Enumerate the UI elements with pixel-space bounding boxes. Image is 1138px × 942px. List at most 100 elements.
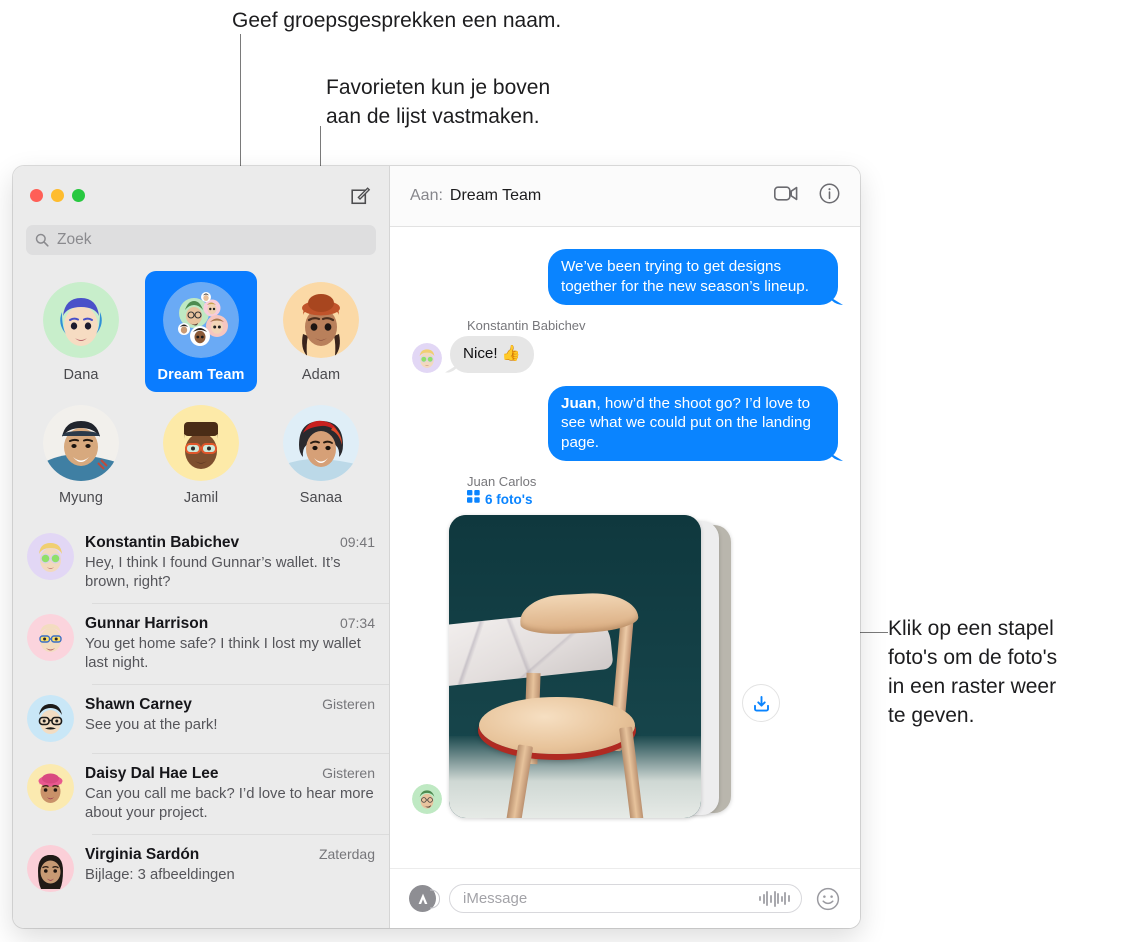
photo-sender-name: Juan Carlos	[467, 474, 537, 489]
conversation-name: Daisy Dal Hae Lee	[85, 765, 219, 782]
conversation-pane: Aan: Dream Team We’ve been trying to get…	[390, 166, 860, 928]
pinned-item-adam[interactable]: Adam	[265, 271, 377, 392]
sidebar: Zoek Dana Dream Team Adam Myung Jamil Sa…	[13, 166, 390, 928]
conversation-row-shawn[interactable]: Shawn Carney Gisteren See you at the par…	[13, 684, 389, 753]
message-row-outgoing-2: Juan, how’d the shoot go? I’d love to se…	[412, 385, 838, 461]
conversation-body: Daisy Dal Hae Lee Gisteren Can you call …	[85, 764, 375, 823]
message-bubble[interactable]: Nice! 👍	[450, 336, 534, 373]
message-row-incoming-1: Nice! 👍	[412, 336, 838, 373]
photo-sanaa-avatar	[283, 405, 359, 481]
info-circle-icon[interactable]	[819, 183, 840, 209]
memoji-virginia-avatar	[27, 845, 74, 892]
conversation-header: Virginia Sardón Zaterdag	[85, 846, 375, 864]
pinned-label-sanaa: Sanaa	[299, 490, 343, 506]
message-sender-name: Konstantin Babichev	[467, 318, 586, 333]
conversation-time: 07:34	[339, 615, 375, 631]
message-bubble[interactable]: Juan, how’d the shoot go? I’d love to se…	[548, 385, 838, 461]
memoji-jamil-avatar	[163, 405, 239, 481]
conversation-name: Virginia Sardón	[85, 846, 200, 863]
photo-stack-wrap	[412, 515, 838, 818]
search-input[interactable]: Zoek	[26, 225, 376, 255]
pinned-item-jamil[interactable]: Jamil	[145, 394, 257, 515]
memoji-gunnar-avatar	[27, 614, 74, 661]
conversation-body: Shawn Carney Gisteren See you at the par…	[85, 695, 375, 742]
conversation-preview: See you at the park!	[85, 717, 218, 733]
memoji-dana-avatar	[43, 282, 119, 358]
conversation-header: Daisy Dal Hae Lee Gisteren	[85, 765, 375, 783]
callout-pin-favorites: Favorieten kun je boven aan de lijst vas…	[326, 76, 551, 128]
video-camera-icon[interactable]	[774, 185, 798, 207]
photo-stack[interactable]	[449, 515, 735, 818]
download-icon[interactable]	[742, 684, 780, 722]
conversation-row-virginia[interactable]: Virginia Sardón Zaterdag Bijlage: 3 afbe…	[13, 834, 389, 903]
conversation-body: Konstantin Babichev 09:41 Hey, I think I…	[85, 533, 375, 592]
conversation-time: 09:41	[339, 534, 375, 550]
conversation-row-gunnar[interactable]: Gunnar Harrison 07:34 You get home safe?…	[13, 603, 389, 684]
photo-myung-avatar	[43, 405, 119, 481]
pinned-item-myung[interactable]: Myung	[25, 394, 137, 515]
recipient-label: Aan:	[410, 187, 443, 204]
search-placeholder: Zoek	[57, 231, 92, 248]
zoom-button[interactable]	[72, 189, 85, 202]
callout-photo-stack: Klik op een stapel foto's om de foto's i…	[888, 617, 1058, 727]
photo-count-row[interactable]: 6 foto's	[467, 490, 838, 508]
conversation-header: Konstantin Babichev 09:41	[85, 534, 375, 552]
photo-attachment-block: Juan Carlos 6 foto's	[412, 474, 838, 818]
pinned-item-dana[interactable]: Dana	[25, 271, 137, 392]
app-store-icon[interactable]	[409, 885, 436, 912]
message-group-incoming: Konstantin Babichev Nice! 👍	[412, 318, 838, 373]
pinned-label-dream-team: Dream Team	[157, 367, 245, 383]
emoji-smiley-icon[interactable]	[815, 887, 841, 911]
memoji-konstantin-avatar-small	[412, 342, 442, 373]
conversation-body: Gunnar Harrison 07:34 You get home safe?…	[85, 614, 375, 673]
message-thread: We’ve been trying to get designs togethe…	[390, 227, 860, 868]
group-avatar-dream-team	[163, 282, 239, 358]
conversation-name: Konstantin Babichev	[85, 534, 240, 551]
conversation-name: Shawn Carney	[85, 696, 192, 713]
header-actions	[774, 183, 840, 209]
traffic-lights	[30, 189, 85, 202]
compose-bar: iMessage	[390, 868, 860, 928]
memoji-konstantin-avatar	[27, 533, 74, 580]
photo-count-label[interactable]: 6 foto's	[485, 492, 532, 507]
memoji-shawn-avatar	[27, 695, 74, 742]
conversation-header: Gunnar Harrison 07:34	[85, 615, 375, 633]
screenshot-root: Geef groepsgesprekken een naam. Favoriet…	[0, 0, 1138, 942]
photo-chair-image	[449, 515, 701, 818]
audio-waveform-icon[interactable]	[759, 890, 790, 907]
pinned-item-sanaa[interactable]: Sanaa	[265, 394, 377, 515]
conversation-list: Konstantin Babichev 09:41 Hey, I think I…	[13, 519, 389, 928]
conversation-header-bar: Aan: Dream Team	[390, 166, 860, 227]
photo-chair-seat	[479, 696, 636, 755]
search-container: Zoek	[13, 225, 389, 265]
message-bubble[interactable]: We’ve been trying to get designs togethe…	[548, 249, 838, 305]
pinned-item-dream-team[interactable]: Dream Team	[145, 271, 257, 392]
conversation-body: Virginia Sardón Zaterdag Bijlage: 3 afbe…	[85, 845, 375, 892]
conversation-preview: Bijlage: 3 afbeeldingen	[85, 867, 235, 883]
minimize-button[interactable]	[51, 189, 64, 202]
message-mention: Juan	[561, 394, 597, 412]
recipient-name[interactable]: Dream Team	[450, 187, 541, 205]
compose-icon[interactable]	[347, 183, 373, 209]
conversation-time: Gisteren	[322, 765, 375, 781]
message-row-outgoing-1: We’ve been trying to get designs togethe…	[412, 249, 838, 305]
callout-group-name: Geef groepsgesprekken een naam.	[232, 9, 562, 32]
photo-stack-card-front[interactable]	[449, 515, 701, 818]
conversation-row-daisy[interactable]: Daisy Dal Hae Lee Gisteren Can you call …	[13, 753, 389, 834]
conversation-row-konstantin[interactable]: Konstantin Babichev 09:41 Hey, I think I…	[13, 522, 389, 603]
window-titlebar	[13, 166, 389, 225]
imessage-input[interactable]: iMessage	[449, 884, 802, 913]
photo-grid-icon	[467, 490, 480, 508]
message-text: , how’d the shoot go? I’d love to see wh…	[561, 394, 811, 451]
pinned-conversations: Dana Dream Team Adam Myung Jamil Sanaa	[13, 265, 389, 519]
memoji-adam-avatar	[283, 282, 359, 358]
conversation-name: Gunnar Harrison	[85, 615, 209, 632]
pinned-label-adam: Adam	[301, 367, 341, 383]
conversation-header: Shawn Carney Gisteren	[85, 696, 375, 714]
close-button[interactable]	[30, 189, 43, 202]
conversation-preview: You get home safe? I think I lost my wal…	[85, 636, 361, 671]
pinned-label-jamil: Jamil	[183, 490, 219, 506]
conversation-time: Gisteren	[322, 696, 375, 712]
imessage-placeholder: iMessage	[463, 890, 528, 907]
pinned-label-myung: Myung	[58, 490, 104, 506]
